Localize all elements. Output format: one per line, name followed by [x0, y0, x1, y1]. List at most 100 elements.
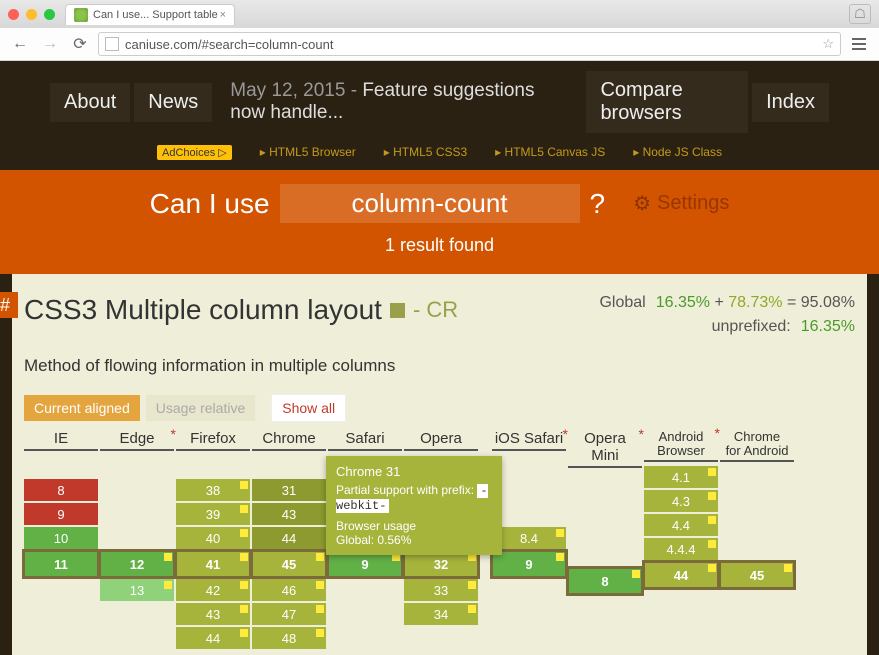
version-cell[interactable]: 12 — [100, 551, 174, 577]
version-cell[interactable]: 4.1 — [644, 466, 718, 488]
version-cell[interactable]: 45 — [252, 551, 326, 577]
browser-column: Android Browser* 4.14.34.44.4.444 — [644, 428, 718, 655]
version-cell[interactable]: 4.4.4 — [644, 538, 718, 560]
browser-tab[interactable]: Can I use... Support table × — [65, 4, 235, 25]
nav-about[interactable]: About — [50, 83, 130, 122]
address-bar[interactable]: caniuse.com/#search=column-count ☆ — [98, 32, 841, 56]
feature-panel: # CSS3 Multiple column layout - CR Globa… — [12, 274, 867, 655]
version-cell[interactable]: 8 — [568, 568, 642, 594]
page-icon — [105, 37, 119, 51]
back-button[interactable]: ← — [8, 32, 32, 56]
ad-link[interactable]: HTML5 Browser — [260, 145, 356, 160]
minimize-window-button[interactable] — [26, 9, 37, 20]
browser-header[interactable]: iOS Safari* — [492, 428, 566, 451]
settings-button[interactable]: ⚙ Settings — [633, 191, 729, 216]
nav-compare[interactable]: Compare browsers — [586, 71, 748, 133]
permalink-hash-button[interactable]: # — [0, 292, 18, 318]
close-window-button[interactable] — [8, 9, 19, 20]
browser-chrome: Can I use... Support table × ☖ ← → ⟳ can… — [0, 0, 879, 61]
version-cell[interactable]: 31 — [252, 479, 326, 501]
note-icon — [708, 516, 716, 524]
toggle-usage-relative[interactable]: Usage relative — [146, 395, 256, 421]
version-cell[interactable]: 4.3 — [644, 490, 718, 512]
version-cell[interactable]: 34 — [404, 603, 478, 625]
note-icon — [632, 570, 640, 578]
browser-header[interactable]: Opera — [404, 428, 478, 451]
note-icon — [708, 540, 716, 548]
nav-news[interactable]: News — [134, 83, 212, 122]
site-nav: About News May 12, 2015 - Feature sugges… — [0, 61, 879, 139]
close-tab-icon[interactable]: × — [220, 9, 226, 21]
spec-box-icon[interactable] — [390, 303, 405, 318]
nav-news-item[interactable]: May 12, 2015 - Feature suggestions now h… — [216, 72, 578, 132]
version-cell[interactable]: 9 — [24, 503, 98, 525]
version-cell[interactable]: 39 — [176, 503, 250, 525]
browser-header[interactable]: Safari — [328, 428, 402, 451]
version-cell[interactable]: 47 — [252, 603, 326, 625]
reload-button[interactable]: ⟳ — [68, 32, 92, 56]
browser-header[interactable]: Firefox — [176, 428, 250, 451]
profile-button[interactable]: ☖ — [849, 4, 871, 24]
version-cell[interactable]: 44 — [176, 627, 250, 649]
note-icon — [708, 564, 716, 572]
note-icon — [240, 581, 248, 589]
search-input[interactable] — [280, 184, 580, 223]
version-cell[interactable]: 9 — [492, 551, 566, 577]
browser-header[interactable]: Edge* — [100, 428, 174, 451]
version-cell[interactable]: 44 — [252, 527, 326, 549]
browser-header[interactable]: IE — [24, 428, 98, 451]
browser-header[interactable]: Chrome — [252, 428, 326, 451]
note-icon — [240, 481, 248, 489]
version-cell[interactable]: 10 — [24, 527, 98, 549]
global-full-pct: 16.35% — [656, 294, 710, 311]
spec-status: CR — [426, 297, 458, 322]
note-icon — [556, 553, 564, 561]
window-controls — [8, 9, 55, 20]
search-label: Can I use — [150, 188, 270, 220]
note-icon — [468, 605, 476, 613]
tab-bar: Can I use... Support table × ☖ — [0, 0, 879, 28]
ad-link[interactable]: HTML5 CSS3 — [384, 145, 467, 160]
version-cell[interactable]: 48 — [252, 627, 326, 649]
note-icon — [784, 564, 792, 572]
browser-column: IE 891011 — [24, 428, 98, 655]
nav-index[interactable]: Index — [752, 83, 829, 122]
forward-button[interactable]: → — [38, 32, 62, 56]
version-cell[interactable]: 13 — [100, 579, 174, 601]
version-cell[interactable]: 42 — [176, 579, 250, 601]
url-text: caniuse.com/#search=column-count — [125, 37, 333, 52]
version-cell[interactable]: 4.4 — [644, 514, 718, 536]
version-cell[interactable]: 8 — [24, 479, 98, 501]
version-cell[interactable]: 43 — [176, 603, 250, 625]
bookmark-star-icon[interactable]: ☆ — [822, 36, 834, 52]
version-cell[interactable]: 44 — [644, 562, 718, 588]
version-cell[interactable]: 46 — [252, 579, 326, 601]
ad-link[interactable]: Node JS Class — [633, 145, 722, 160]
zoom-window-button[interactable] — [44, 9, 55, 20]
adchoices-badge[interactable]: AdChoices ▷ — [157, 145, 232, 160]
settings-label: Settings — [657, 192, 729, 215]
version-cell[interactable]: 38 — [176, 479, 250, 501]
version-cell[interactable]: 8.4 — [492, 527, 566, 549]
note-icon — [240, 529, 248, 537]
toggle-show-all[interactable]: Show all — [271, 394, 346, 422]
version-cell[interactable]: 41 — [176, 551, 250, 577]
note-icon — [316, 629, 324, 637]
note-icon — [556, 529, 564, 537]
version-cell[interactable]: 40 — [176, 527, 250, 549]
toggle-current-aligned[interactable]: Current aligned — [24, 395, 140, 421]
version-cell[interactable]: 33 — [404, 579, 478, 601]
browser-header[interactable]: Chrome for Android — [720, 428, 794, 462]
ad-link[interactable]: HTML5 Canvas JS — [495, 145, 605, 160]
global-label: Global — [599, 294, 645, 312]
version-cell[interactable]: 11 — [24, 551, 98, 577]
browser-header[interactable]: Android Browser* — [644, 428, 718, 462]
note-icon — [468, 581, 476, 589]
browser-header[interactable]: Opera Mini* — [568, 428, 642, 468]
hamburger-menu-button[interactable] — [847, 32, 871, 56]
version-cell[interactable]: 45 — [720, 562, 794, 588]
version-cell[interactable]: 43 — [252, 503, 326, 525]
note-icon — [316, 553, 324, 561]
browser-column: Opera Mini* 8 — [568, 428, 642, 655]
favicon-icon — [74, 8, 88, 22]
